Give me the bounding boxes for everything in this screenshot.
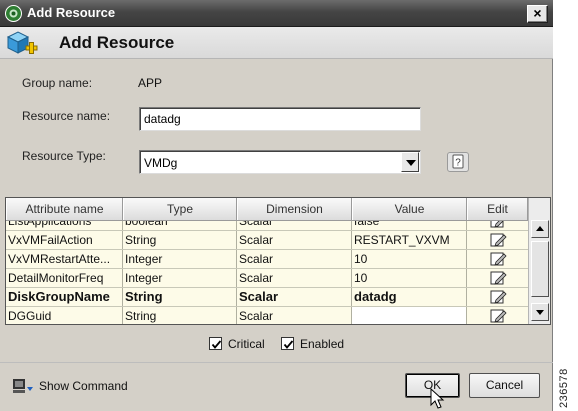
scroll-down-button[interactable]	[531, 303, 549, 321]
table-vertical-scrollbar[interactable]	[528, 198, 550, 324]
cell-value[interactable]: RESTART_VXVM	[352, 231, 467, 249]
svg-text:?: ?	[455, 158, 461, 169]
cell-dimension: Scalar	[237, 231, 352, 249]
cell-type: String	[123, 288, 237, 306]
enabled-label[interactable]: Enabled	[300, 337, 344, 351]
column-edit[interactable]: Edit	[467, 198, 528, 220]
cell-value[interactable]	[352, 307, 467, 324]
resource-type-select[interactable]: VMDg	[139, 150, 421, 174]
cell-edit	[467, 307, 528, 324]
cell-attribute-name: DetailMonitorFreq	[6, 269, 123, 287]
cell-edit	[467, 288, 528, 306]
enabled-checkbox[interactable]	[281, 337, 294, 350]
cell-attribute-name: DGGuid	[6, 307, 123, 324]
cell-attribute-name: VxVMFailAction	[6, 231, 123, 249]
cell-edit	[467, 269, 528, 287]
header-band: Add Resource	[0, 27, 553, 59]
critical-label[interactable]: Critical	[228, 337, 265, 351]
resource-name-text: datadg	[144, 112, 181, 126]
dialog-heading: Add Resource	[59, 33, 175, 52]
cell-attribute-name: DiskGroupName	[6, 288, 123, 306]
cell-type: Integer	[123, 250, 237, 268]
show-command-icon[interactable]	[12, 377, 34, 395]
cell-attribute-name: VxVMRestartAtte...	[6, 250, 123, 268]
column-value[interactable]: Value	[352, 198, 467, 220]
table-header: Attribute name Type Dimension Value Edit	[6, 198, 528, 221]
add-resource-dialog: Add Resource × Add Resource Group name: …	[0, 0, 553, 411]
chevron-down-icon	[406, 160, 416, 166]
edit-icon[interactable]	[489, 251, 507, 267]
scroll-up-button[interactable]	[531, 220, 549, 238]
resource-type-label: Resource Type:	[22, 149, 106, 163]
edit-icon[interactable]	[489, 270, 507, 286]
column-dimension[interactable]: Dimension	[237, 198, 352, 220]
edit-icon[interactable]	[489, 308, 507, 324]
table-row[interactable]: VxVMRestartAtte... Integer Scalar 10	[6, 250, 528, 269]
cell-attribute-name: ListApplications	[6, 221, 123, 230]
column-type[interactable]: Type	[123, 198, 237, 220]
attributes-table: Attribute name Type Dimension Value Edit…	[5, 197, 551, 325]
cluster-app-icon	[5, 5, 22, 22]
cancel-button[interactable]: Cancel	[469, 373, 540, 398]
cell-type: Integer	[123, 269, 237, 287]
arrow-up-icon	[536, 226, 544, 231]
show-command-label[interactable]: Show Command	[39, 379, 128, 393]
mouse-cursor-icon	[430, 388, 445, 409]
table-row[interactable]: DiskGroupName String Scalar datadg	[6, 288, 528, 307]
title-bar[interactable]: Add Resource ×	[0, 0, 553, 27]
cell-edit	[467, 250, 528, 268]
cell-type: boolean	[123, 221, 237, 230]
table-body: ListApplications boolean Scalar false Vx…	[6, 221, 528, 324]
edit-icon[interactable]	[489, 289, 507, 305]
scrollbar-thumb[interactable]	[531, 241, 549, 297]
footer-divider	[0, 362, 553, 363]
cell-type: String	[123, 307, 237, 324]
cell-dimension: Scalar	[237, 307, 352, 324]
help-icon: ?	[452, 154, 464, 169]
resource-name-label: Resource name:	[22, 109, 111, 123]
table-row[interactable]: ListApplications boolean Scalar false	[6, 221, 528, 231]
group-name-label: Group name:	[22, 76, 93, 90]
table-row[interactable]: VxVMFailAction String Scalar RESTART_VXV…	[6, 231, 528, 250]
figure-id: 236578	[558, 368, 570, 408]
cell-value[interactable]: 10	[352, 250, 467, 268]
close-button[interactable]: ×	[527, 5, 548, 23]
cell-dimension: Scalar	[237, 250, 352, 268]
column-attribute-name[interactable]: Attribute name	[6, 198, 123, 220]
cell-value[interactable]: 10	[352, 269, 467, 287]
group-name-value: APP	[138, 76, 163, 90]
table-row[interactable]: DetailMonitorFreq Integer Scalar 10	[6, 269, 528, 288]
window-title: Add Resource	[27, 5, 116, 20]
cell-value[interactable]: datadg	[352, 288, 467, 306]
table-row[interactable]: DGGuid String Scalar	[6, 307, 528, 324]
help-button[interactable]: ?	[447, 152, 469, 172]
edit-icon[interactable]	[489, 221, 507, 229]
cell-dimension: Scalar	[237, 288, 352, 306]
cell-type: String	[123, 231, 237, 249]
arrow-down-icon	[536, 310, 544, 315]
edit-icon[interactable]	[489, 232, 507, 248]
close-icon: ×	[533, 5, 542, 21]
dropdown-arrow-button[interactable]	[401, 152, 419, 172]
checkmark-icon	[211, 340, 222, 349]
cell-dimension: Scalar	[237, 221, 352, 230]
resource-type-value: VMDg	[144, 156, 178, 170]
add-resource-icon	[6, 31, 38, 54]
cell-edit	[467, 231, 528, 249]
cell-value[interactable]: false	[352, 221, 467, 230]
cell-dimension: Scalar	[237, 269, 352, 287]
checkmark-icon	[283, 340, 294, 349]
resource-name-input[interactable]: datadg	[139, 107, 421, 131]
cell-edit	[467, 221, 528, 230]
critical-checkbox[interactable]	[209, 337, 222, 350]
